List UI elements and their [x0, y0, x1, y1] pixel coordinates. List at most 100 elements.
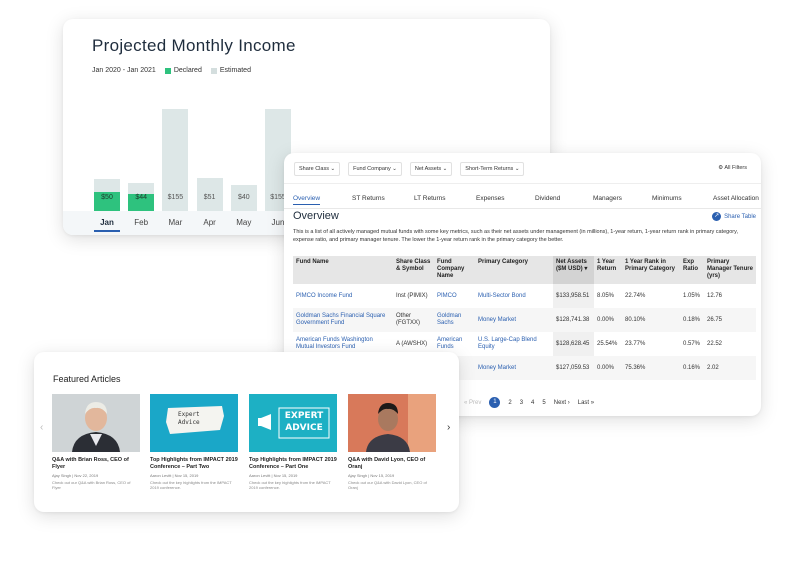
table-cell: $127,059.53 [553, 356, 594, 380]
filter-net-assets[interactable]: Net Assets ⌄ [409, 162, 453, 176]
table-cell-link[interactable]: PIMCO [434, 284, 475, 308]
legend-estimated: Estimated [219, 67, 251, 74]
table-cell: 0.16% [680, 356, 704, 380]
table-cell-link[interactable]: Multi-Sector Bond [475, 284, 553, 308]
chart-legend: Jan 2020 - Jan 2021 Declared Estimated [92, 67, 251, 74]
article-summary: Check out the key highlights from the IM… [249, 480, 331, 490]
table-cell: 75.36% [622, 356, 680, 380]
table-cell: $133,958.51 [553, 284, 594, 308]
page-2-button[interactable]: 2 [508, 400, 511, 406]
article-meta: Ajay Singh | Nov 15, 2019 [348, 473, 395, 478]
filter-short-term-returns[interactable]: Short-Term Returns ⌄ [460, 162, 525, 176]
table-cell-link[interactable]: Money Market [475, 308, 553, 332]
column-header[interactable]: Exp Ratio [680, 256, 704, 284]
column-header[interactable]: Fund Company Name [434, 256, 475, 284]
month-tab-feb[interactable]: Feb [126, 218, 156, 227]
column-header-sorted[interactable]: Net Assets ($M USD) ▾ [553, 256, 594, 284]
page-1-button[interactable]: 1 [489, 397, 501, 408]
tab-lt-returns[interactable]: LT Returns [414, 195, 446, 202]
bar-value-label: $51 [203, 194, 216, 201]
article-summary: Check out our Q&A with David Lyon, CEO o… [348, 480, 427, 490]
all-filters-button[interactable]: ⚙ All Filters [718, 165, 747, 171]
article-card[interactable]: Expert Advice Top Highlights from IMPACT… [150, 394, 238, 490]
table-row: PIMCO Income Fund Inst (PIMIX) PIMCO Multi-… [293, 284, 756, 308]
thumbnail-text: Advice [178, 419, 200, 426]
chevron-right-icon[interactable]: › [447, 422, 450, 433]
article-thumbnail [348, 394, 436, 452]
column-header[interactable]: Share Class & Symbol [393, 256, 434, 284]
table-cell: 12.76 [707, 292, 723, 299]
sliders-icon: ⚙ [718, 165, 724, 171]
column-header[interactable]: 1 Year Rank in Primary Category [622, 256, 680, 284]
page-4-button[interactable]: 4 [531, 400, 534, 406]
month-tab-may[interactable]: May [229, 218, 259, 227]
table-cell: $128,628.45 [553, 332, 594, 356]
month-tab-jan[interactable]: Jan [92, 218, 122, 227]
tab-asset-allocation[interactable]: Asset Allocation [713, 195, 759, 202]
thumbnail-text: EXPERT [284, 411, 324, 421]
page-5-button[interactable]: 5 [542, 400, 545, 406]
table-cell-link[interactable]: U.S. Large-Cap Blend Equity [475, 332, 553, 356]
table-cell-link[interactable]: Goldman Sachs Financial Square Governmen… [293, 308, 393, 332]
chevron-left-icon[interactable]: ‹ [40, 422, 43, 433]
tab-minimums[interactable]: Minimums [652, 195, 682, 202]
table-cell: $128,741.38 [553, 308, 594, 332]
column-header[interactable]: 1 Year Return [594, 256, 622, 284]
article-title: Q&A with David Lyon, CEO of Oranj [348, 457, 426, 470]
portrait-image [348, 394, 436, 452]
table-cell: 22.74% [625, 292, 646, 299]
table-cell-link[interactable]: Money Market [475, 356, 553, 380]
filter-bar: Share Class ⌄ Fund Company ⌄ Net Assets … [294, 162, 525, 176]
article-thumbnail: Expert Advice [150, 394, 238, 452]
table-cell-link[interactable]: PIMCO Income Fund [293, 284, 393, 308]
article-meta: Aaron Levitt | Nov 15, 2019 [249, 473, 298, 478]
share-table-button[interactable]: ↗ Share Table [712, 212, 756, 221]
bar-value-label: $50 [101, 194, 113, 201]
filter-share-class[interactable]: Share Class ⌄ [294, 162, 341, 176]
column-header[interactable]: Primary Manager Tenure (yrs) [704, 256, 756, 284]
column-header[interactable]: Fund Name [293, 256, 393, 284]
table-cell: 25.54% [597, 340, 618, 347]
declared-swatch [164, 67, 171, 74]
next-page-button[interactable]: Next › [554, 400, 570, 406]
tab-expenses[interactable]: Expenses [476, 195, 505, 202]
table-row: Goldman Sachs Financial Square Governmen… [293, 308, 756, 332]
table-cell: 23.77% [625, 340, 646, 347]
article-card[interactable]: Q&A with Brian Ross, CEO of Flyer Ajay S… [52, 394, 140, 490]
tab-managers[interactable]: Managers [593, 195, 622, 202]
table-cell: 2.02 [704, 356, 756, 380]
share-icon: ↗ [712, 212, 722, 221]
month-tab-mar[interactable]: Mar [160, 218, 190, 227]
page-3-button[interactable]: 3 [520, 400, 523, 406]
table-cell-link[interactable]: Goldman Sachs [434, 308, 475, 332]
article-card[interactable]: Q&A with David Lyon, CEO of Oranj Ajay S… [348, 394, 436, 490]
column-header[interactable]: Primary Category [475, 256, 553, 284]
bar-value-label: $155 [167, 194, 184, 201]
table-cell: 1.05% [683, 292, 701, 299]
article-thumbnail: EXPERT ADVICE [249, 394, 337, 452]
article-meta: Ajay Singh | Nov 22, 2019 [52, 473, 99, 478]
article-title: Top Highlights from IMPACT 2019 Conferen… [150, 457, 238, 470]
tab-dividend[interactable]: Dividend [535, 195, 560, 202]
prev-page-button[interactable]: « Prev [464, 400, 481, 406]
chart-title: Projected Monthly Income [92, 36, 296, 55]
article-card[interactable]: EXPERT ADVICE Top Highlights from IMPACT… [249, 394, 337, 490]
table-cell: Inst (PIMIX) [396, 292, 428, 299]
table-cell: 22.52 [707, 340, 723, 347]
portrait-image [52, 394, 140, 452]
featured-articles-card: Featured Articles ‹ › Q&A with Brian Ros… [34, 352, 459, 512]
article-thumbnail [52, 394, 140, 452]
table-cell: 80.10% [622, 308, 680, 332]
filter-fund-company[interactable]: Fund Company ⌄ [348, 162, 402, 176]
article-meta: Aaron Levitt | Nov 15, 2019 [150, 473, 199, 478]
last-page-button[interactable]: Last » [578, 400, 594, 406]
article-summary: Check out the key highlights from the IM… [150, 480, 232, 490]
tab-overview[interactable]: Overview [293, 195, 321, 205]
article-title: Top Highlights from IMPACT 2019 Conferen… [249, 457, 337, 470]
tab-st-returns[interactable]: ST Returns [352, 195, 385, 202]
month-tab-apr[interactable]: Apr [195, 218, 225, 227]
article-summary: Check out our Q&A with Brian Ross, CEO o… [52, 480, 131, 490]
table-cell: 0.00% [594, 356, 622, 380]
legend-declared: Declared [173, 67, 202, 74]
date-range: Jan 2020 - Jan 2021 [92, 67, 156, 74]
